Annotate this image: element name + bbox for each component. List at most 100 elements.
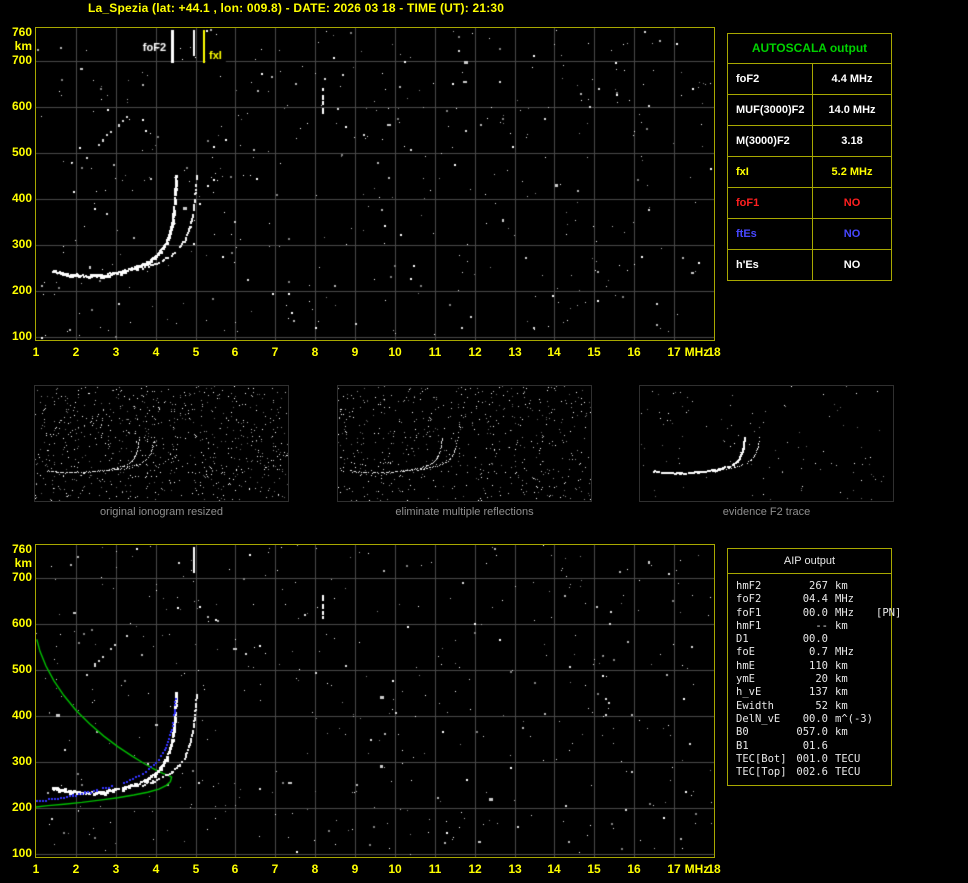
aip-extra — [876, 593, 889, 606]
x-tick-label: 14 — [547, 862, 561, 876]
aip-rows: hmF2 267 km foF2 04.4 MHz foF1 00.0 MHz [PN] hmF1 -… — [728, 574, 901, 779]
x-tick-label: 5 — [192, 345, 200, 359]
x-tick-label: 5 — [192, 862, 200, 876]
autoscala-param-label: fxI — [736, 166, 749, 178]
autoscala-param-value: 3.18 — [812, 126, 891, 156]
x-tick-label: 11 — [428, 345, 442, 359]
autoscala-rows: foF2 4.4 MHz MUF(3000)F2 14.0 MHz M(3000)F2 3… — [728, 63, 891, 280]
aip-name: hmF2 — [736, 580, 762, 592]
x-tick-label: 3 — [112, 862, 120, 876]
y-axis-unit-label: km — [14, 39, 32, 53]
aip-extra — [876, 766, 889, 779]
aip-extra — [876, 620, 889, 633]
aip-unit: km — [835, 580, 848, 592]
aip-row-hmF1: hmF1 -- km — [736, 620, 889, 633]
aip-val: 110 — [809, 659, 828, 672]
aip-extra — [876, 726, 889, 739]
thumbnail-evidence-f2-trace — [639, 385, 894, 502]
x-tick-label: 4 — [152, 862, 160, 876]
aip-val: 267 — [809, 580, 828, 592]
autoscala-row-MUF(3000)F2: MUF(3000)F2 14.0 MHz — [728, 94, 891, 125]
aip-unit: km — [835, 699, 848, 712]
x-tick-label: 16 — [627, 862, 641, 876]
x-tick-label: 6 — [231, 345, 239, 359]
x-tick-label: 7 — [271, 345, 279, 359]
x-tick-label: 15 — [587, 862, 601, 876]
x-tick-label: 8 — [311, 862, 319, 876]
autoscala-param-label: foF1 — [736, 197, 760, 209]
aip-name: h_vE — [736, 686, 762, 699]
y-tick-label: 500 — [11, 662, 32, 676]
aip-name: foF2 — [736, 593, 762, 606]
aip-row-foF2: foF2 04.4 MHz — [736, 593, 889, 606]
ionogram-plot-profile — [35, 544, 715, 858]
aip-val: 137 — [809, 686, 828, 699]
aip-name: TEC[Top] — [736, 766, 787, 779]
thumbnail-eliminate-multiples — [337, 385, 592, 502]
y-tick-label: 200 — [11, 800, 32, 814]
aip-unit — [831, 740, 873, 753]
y-tick-label: 700 — [11, 53, 32, 67]
aip-val: 0.7 — [809, 646, 828, 659]
aip-val: 04.4 — [802, 593, 828, 606]
aip-name: Ewidth — [736, 699, 774, 712]
x-tick-label: 7 — [271, 862, 279, 876]
aip-extra — [876, 660, 889, 673]
y-tick-label: 600 — [11, 616, 32, 630]
aip-name: foF1 — [736, 606, 762, 619]
y-tick-label: 300 — [11, 237, 32, 251]
autoscala-row-M(3000)F2: M(3000)F2 3.18 — [728, 125, 891, 156]
x-tick-label: 16 — [627, 345, 641, 359]
aip-row-D1: D1 00.0 — [736, 633, 889, 646]
autoscala-param-label: M(3000)F2 — [736, 135, 790, 147]
aip-val: -- — [815, 619, 828, 632]
aip-val: 01.6 — [802, 739, 828, 752]
x-tick-label: 13 — [508, 862, 522, 876]
aip-extra — [876, 753, 889, 766]
y-tick-label: 600 — [11, 99, 32, 113]
aip-val: 057.0 — [796, 726, 828, 739]
y-tick-label: 100 — [11, 846, 32, 860]
x-tick-label: 2 — [72, 862, 80, 876]
autoscala-row-foF2: foF2 4.4 MHz — [728, 63, 891, 94]
aip-extra — [876, 673, 889, 686]
aip-unit: MHz — [835, 606, 854, 619]
aip-unit: TECU — [835, 766, 861, 779]
thumbnail-original-ionogram — [34, 385, 289, 502]
aip-unit: km — [835, 659, 848, 672]
aip-row-DelN_vE: DelN_vE 00.0 m^(-3) — [736, 713, 889, 726]
x-tick-label: 10 — [388, 862, 402, 876]
x-axis-unit-label: MHz — [684, 862, 710, 876]
aip-unit: km — [835, 673, 848, 686]
aip-row-foE: foE 0.7 MHz — [736, 646, 889, 659]
aip-row-hmE: hmE 110 km — [736, 660, 889, 673]
aip-extra — [876, 686, 889, 699]
autoscala-row-ftEs: ftEs NO — [728, 218, 891, 249]
aip-extra — [876, 580, 889, 593]
aip-name: hmF1 — [736, 619, 762, 632]
aip-panel-title: AIP output — [728, 549, 891, 574]
x-tick-label: 9 — [351, 345, 359, 359]
x-tick-label: 4 — [152, 345, 160, 359]
thumbnail-canvas-eliminate-multiples — [338, 386, 591, 501]
autoscala-row-fxI: fxI 5.2 MHz — [728, 156, 891, 187]
aip-row-foF1: foF1 00.0 MHz [PN] — [736, 606, 901, 620]
aip-output-panel: AIP output hmF2 267 km foF2 04.4 MHz foF1 00.0 M… — [727, 548, 901, 787]
autoscala-param-value: NO — [812, 188, 891, 218]
y-tick-label: 100 — [11, 329, 32, 343]
aip-extra — [876, 633, 889, 646]
aip-name: ymE — [736, 673, 755, 686]
aip-row-TEC[Top]: TEC[Top] 002.6 TECU — [736, 766, 889, 779]
aip-name: TEC[Bot] — [736, 752, 787, 765]
aip-name: D1 — [736, 633, 749, 646]
aip-unit: km — [835, 619, 848, 632]
thumbnail-caption-eliminate-multiples: eliminate multiple reflections — [395, 506, 534, 518]
x-tick-label: 2 — [72, 345, 80, 359]
autoscala-row-h'Es: h'Es NO — [728, 249, 891, 280]
aip-row-h_vE: h_vE 137 km — [736, 686, 889, 699]
x-tick-label: 13 — [508, 345, 522, 359]
y-tick-label: 200 — [11, 283, 32, 297]
page-title: La_Spezia (lat: +44.1 , lon: 009.8) - DA… — [88, 1, 505, 15]
y-tick-label: 700 — [11, 570, 32, 584]
x-tick-label: 9 — [351, 862, 359, 876]
